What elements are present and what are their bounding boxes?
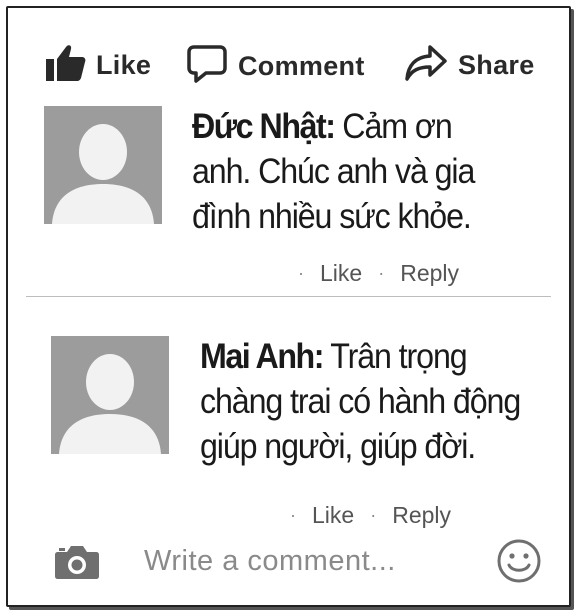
comment-body: Đức Nhật: Cảm ơn anh. Chúc anh và gia đì… xyxy=(192,104,475,239)
comment-body: Mai Anh: Trân trọng chàng trai có hành đ… xyxy=(200,334,521,469)
comment-reply-link[interactable]: Reply xyxy=(400,260,459,287)
separator-dot: · xyxy=(378,263,385,283)
separator-dot: · xyxy=(370,505,377,525)
default-avatar-icon xyxy=(51,336,169,454)
share-button[interactable]: Share xyxy=(404,44,535,87)
comment-like-link[interactable]: Like xyxy=(312,502,354,529)
comment-line: Trân trọng xyxy=(322,337,467,376)
thumbs-up-icon xyxy=(44,44,86,87)
comment-like-link[interactable]: Like xyxy=(320,260,362,287)
share-arrow-icon xyxy=(404,44,448,87)
avatar[interactable] xyxy=(51,336,169,454)
separator-dot: · xyxy=(290,505,296,525)
comment-author[interactable]: Mai Anh: xyxy=(200,337,324,376)
write-comment-bar xyxy=(8,530,569,594)
comment-input[interactable] xyxy=(142,538,446,584)
avatar[interactable] xyxy=(44,106,162,224)
separator-dot: · xyxy=(298,263,304,283)
share-label: Share xyxy=(458,50,535,80)
comment-line: giúp người, giúp đời. xyxy=(200,427,476,466)
like-label: Like xyxy=(96,50,152,80)
comment-divider xyxy=(26,296,551,297)
speech-bubble-icon xyxy=(186,44,228,89)
comment-card: Like Comment Share Đức Nhật: Cảm ơn anh.… xyxy=(6,6,571,607)
comment-label: Comment xyxy=(238,51,365,81)
comment-line: anh. Chúc anh và gia xyxy=(192,152,475,191)
action-bar: Like Comment Share xyxy=(8,38,569,88)
comment-reply-link[interactable]: Reply xyxy=(392,502,451,529)
comment-line: chàng trai có hành động xyxy=(200,382,521,421)
comment-actions: · Like · Reply xyxy=(290,502,451,529)
comment-actions: · Like · Reply xyxy=(298,260,459,287)
default-avatar-icon xyxy=(44,106,162,224)
camera-icon[interactable] xyxy=(54,544,100,585)
comment-button[interactable]: Comment xyxy=(186,44,365,89)
comment-line: đình nhiều sức khỏe. xyxy=(192,197,472,236)
comment-author[interactable]: Đức Nhật: xyxy=(192,107,336,146)
comment-line: Cảm ơn xyxy=(334,107,452,146)
smiley-icon[interactable] xyxy=(496,538,542,589)
like-button[interactable]: Like xyxy=(44,44,151,87)
